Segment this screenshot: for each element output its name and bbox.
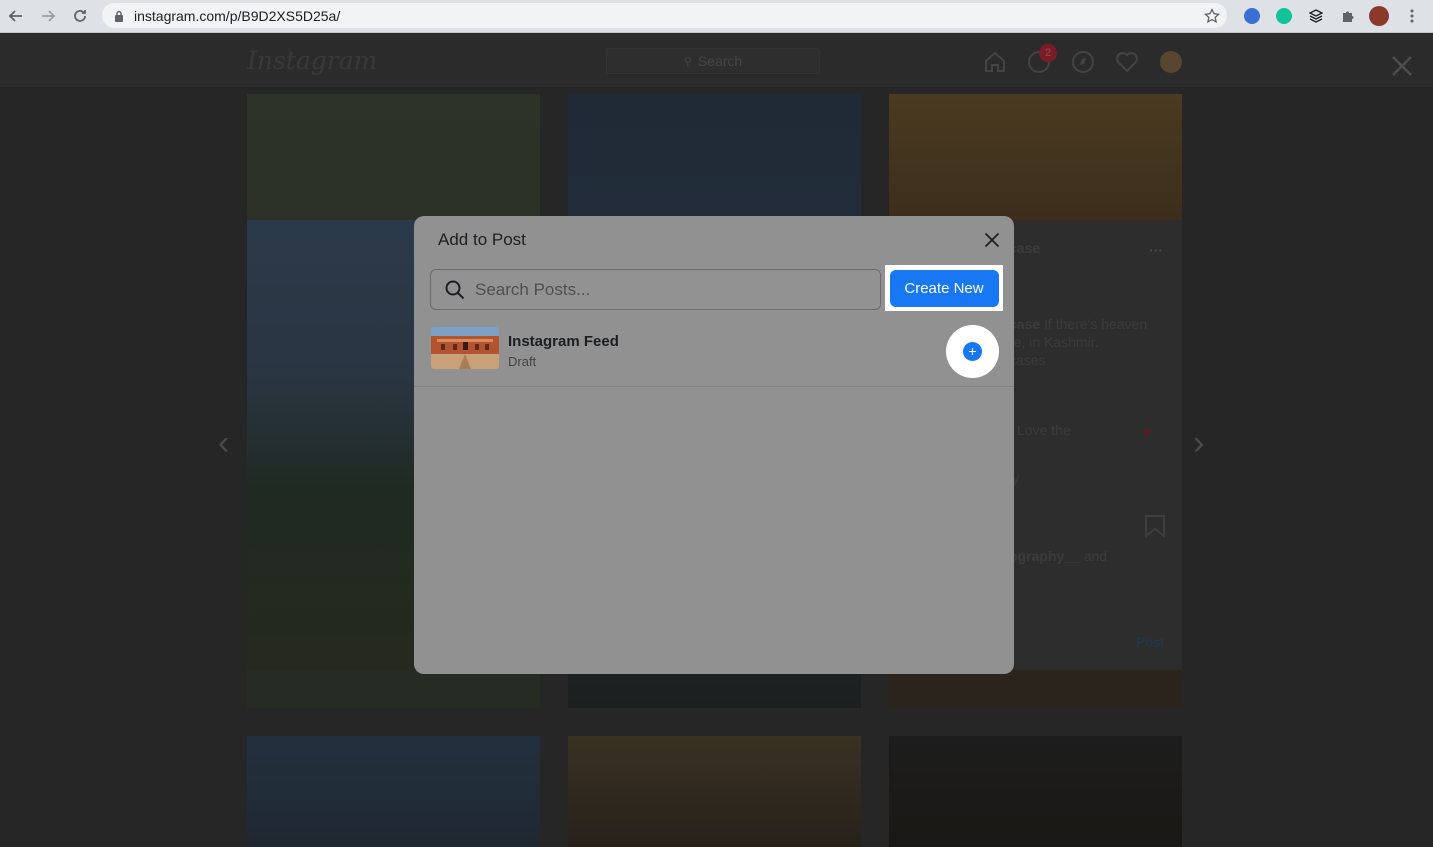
list-item[interactable]: Instagram Feed Draft +: [414, 320, 1014, 387]
post-likes: ography__ and: [1009, 548, 1108, 564]
messages-badge: 2: [1039, 44, 1057, 62]
instagram-logo[interactable]: Instagram: [247, 46, 377, 75]
extension-buffer-icon[interactable]: [1305, 5, 1327, 27]
add-to-post-dialog: Add to Post Create New Instagram Feed: [414, 216, 1014, 674]
post-caption-line3: cases: [1009, 352, 1046, 368]
grid-photo-peaks[interactable]: [247, 736, 540, 847]
extension-grammarly-icon[interactable]: [1273, 5, 1295, 27]
post-comment-button[interactable]: Post: [1136, 634, 1164, 650]
browser-menu-icon[interactable]: [1401, 5, 1423, 27]
lock-icon: [115, 10, 123, 22]
url-text: instagram.com/p/B9D2XS5D25a/: [134, 7, 341, 24]
close-lightbox-icon[interactable]: [1390, 54, 1414, 78]
grid-photo-ship[interactable]: [568, 736, 861, 847]
search-icon: ⚲: [683, 55, 692, 68]
profile-avatar-icon[interactable]: [1368, 5, 1390, 27]
post-caption-line1: case If there's heaven: [1009, 316, 1148, 332]
extensions-puzzle-icon[interactable]: [1337, 5, 1359, 27]
post-caption-line2: re, in Kashmir.: [1009, 334, 1099, 350]
comment-like-heart-icon[interactable]: ♥: [1143, 424, 1151, 440]
browser-toolbar: instagram.com/p/B9D2XS5D25a/: [0, 0, 1433, 33]
instagram-search-placeholder: Search: [697, 53, 743, 69]
search-icon: [445, 280, 465, 299]
address-bar[interactable]: instagram.com/p/B9D2XS5D25a/: [102, 3, 1227, 28]
instagram-search[interactable]: ⚲ Search: [606, 48, 820, 74]
back-icon[interactable]: [0, 0, 32, 32]
close-icon[interactable]: [980, 228, 1004, 252]
instagram-header: Instagram ⚲ Search 2: [0, 34, 1433, 88]
forward-icon[interactable]: [32, 0, 64, 32]
add-to-post-button[interactable]: +: [946, 325, 999, 378]
list-item-title: Instagram Feed: [508, 333, 619, 350]
post-more-icon[interactable]: ···: [1149, 242, 1163, 258]
extension-edge-icon[interactable]: [1241, 5, 1263, 27]
plus-icon: +: [963, 342, 982, 361]
create-new-button[interactable]: Create New: [889, 269, 999, 307]
bookmark-icon[interactable]: [1144, 514, 1166, 541]
post-thumbnail: [431, 327, 499, 369]
bookmark-star-icon[interactable]: [1201, 5, 1223, 27]
profile-icon[interactable]: [1159, 50, 1183, 74]
explore-icon[interactable]: [1071, 50, 1095, 74]
heart-icon[interactable]: [1115, 50, 1139, 74]
post-comment: Love the: [1017, 422, 1071, 438]
dialog-title: Add to Post: [438, 230, 526, 249]
home-icon[interactable]: [983, 50, 1007, 74]
search-posts-field[interactable]: [430, 269, 881, 310]
create-new-highlight: Create New: [885, 265, 1003, 311]
reload-icon[interactable]: [64, 0, 96, 32]
list-item-status: Draft: [508, 354, 537, 369]
previous-post-icon[interactable]: ‹: [218, 424, 229, 463]
search-posts-input[interactable]: [475, 279, 855, 300]
next-post-icon[interactable]: ›: [1193, 424, 1204, 463]
grid-photo-dark[interactable]: [889, 736, 1182, 847]
